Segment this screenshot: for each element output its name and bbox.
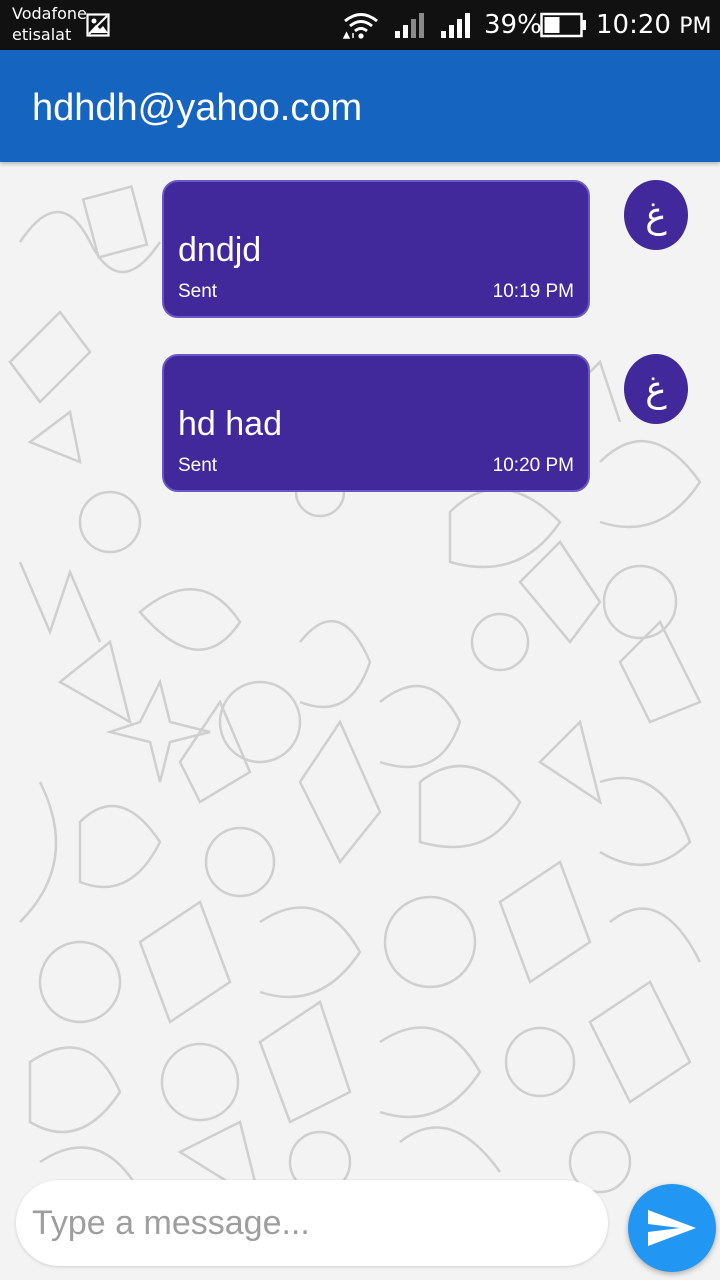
message-status: Sent <box>178 455 218 476</box>
message-input-container <box>16 1180 608 1266</box>
message-text: hd had <box>178 405 282 443</box>
status-bar: Vodafone etisalat 39% 10:20 PM <box>0 0 720 50</box>
avatar[interactable]: غ <box>624 180 688 250</box>
message-bubble[interactable]: hd had Sent 10:20 PM <box>162 354 590 492</box>
avatar[interactable]: غ <box>624 354 688 424</box>
doodle-background <box>8 185 702 1205</box>
message-input[interactable] <box>32 1200 592 1246</box>
wifi-icon <box>342 13 378 39</box>
image-icon <box>86 13 110 37</box>
signal-icon <box>441 13 470 38</box>
send-icon <box>648 1210 696 1246</box>
message-bubble[interactable]: dndjd Sent 10:19 PM <box>162 180 590 318</box>
app-bar: hdhdh@yahoo.com <box>0 50 720 162</box>
message-time: 10:19 PM <box>492 281 574 302</box>
battery-percent: 39% <box>484 10 542 40</box>
message-time: 10:20 PM <box>492 455 574 476</box>
status-clock: 10:20 PM <box>596 10 712 40</box>
message-text: dndjd <box>178 231 262 269</box>
chat-area[interactable]: dndjd Sent 10:19 PM غ hd had Sent 10:20 … <box>0 162 720 1280</box>
carrier-name: Vodafone etisalat <box>12 4 87 44</box>
battery-icon <box>540 12 586 38</box>
message-status: Sent <box>178 281 218 302</box>
signal-icon <box>395 13 424 38</box>
send-button[interactable] <box>628 1184 716 1272</box>
page-title: hdhdh@yahoo.com <box>32 87 363 129</box>
